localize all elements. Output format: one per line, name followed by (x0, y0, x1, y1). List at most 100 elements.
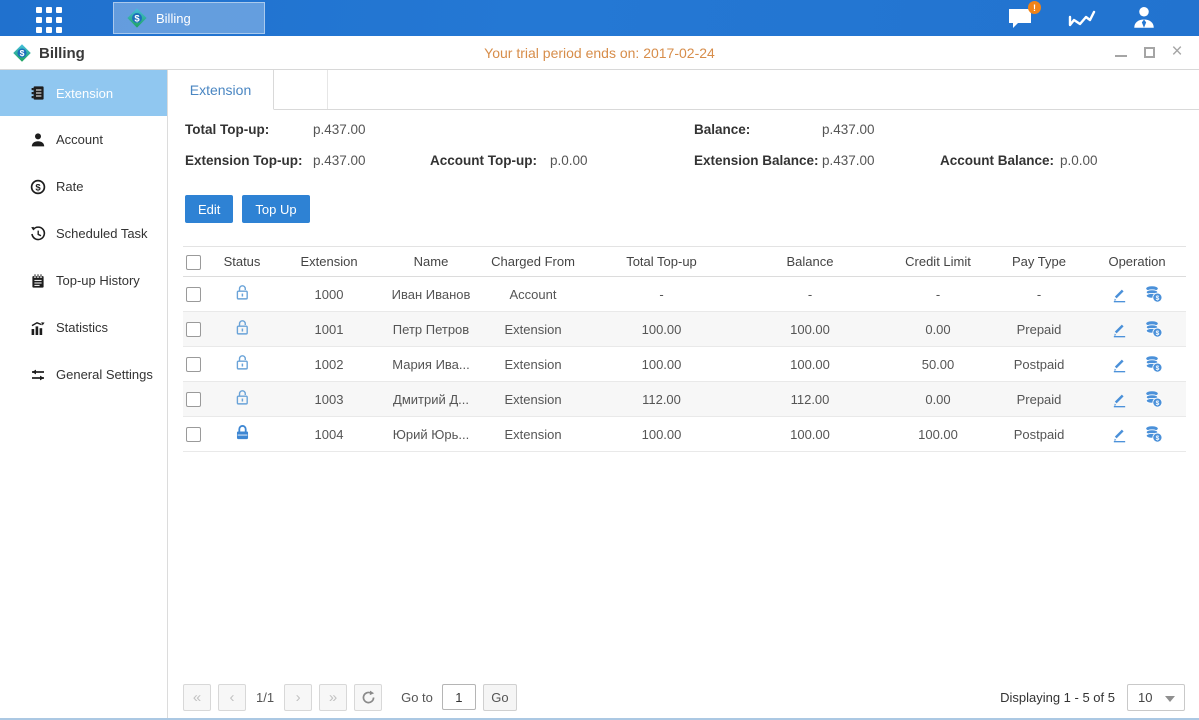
cell-balance: 100.00 (734, 357, 886, 372)
svg-text:$: $ (1156, 400, 1160, 407)
tab-strip: Extension (168, 70, 1199, 110)
cell-pay-type: Prepaid (990, 392, 1088, 407)
table-header-row: Status Extension Name Charged From Total… (183, 246, 1186, 277)
topup-coins-icon[interactable]: $ (1144, 390, 1163, 408)
cell-total-topup: 100.00 (589, 357, 734, 372)
table-row: 1002 Мария Ива... Extension 100.00 100.0… (183, 347, 1186, 382)
sidebar-item-label: Account (56, 132, 103, 147)
main-content: Extension Total Top-up: p.437.00 Balance… (168, 70, 1199, 720)
cell-extension: 1001 (273, 322, 385, 337)
row-checkbox[interactable] (186, 287, 201, 302)
reports-chart-icon[interactable] (1067, 5, 1097, 31)
refresh-button[interactable] (354, 684, 382, 711)
edit-icon[interactable] (1111, 426, 1128, 443)
extension-topup-label: Extension Top-up: (185, 153, 313, 168)
top-up-button[interactable]: Top Up (242, 195, 309, 223)
sidebar: Extension Account $ Rate (0, 70, 168, 720)
col-operation: Operation (1088, 254, 1186, 269)
svg-text:$: $ (1156, 365, 1160, 372)
sidebar-item-account[interactable]: Account (0, 116, 167, 163)
cell-name: Юрий Юрь... (385, 427, 477, 442)
user-account-icon[interactable] (1129, 5, 1159, 31)
page-size-value: 10 (1138, 690, 1152, 705)
sidebar-item-scheduled-task[interactable]: Scheduled Task (0, 210, 167, 257)
edit-button[interactable]: Edit (185, 195, 233, 223)
table-row: 1000 Иван Иванов Account - - - - (183, 277, 1186, 312)
extension-ledger-icon (30, 85, 46, 101)
account-topup-value: p.0.00 (550, 153, 694, 168)
notifications-message-icon[interactable]: ! (1005, 5, 1035, 31)
tab-extension[interactable]: Extension (168, 70, 274, 110)
edit-icon[interactable] (1111, 356, 1128, 373)
row-checkbox[interactable] (186, 392, 201, 407)
row-checkbox[interactable] (186, 427, 201, 442)
billing-app-window: $ Billing ! (0, 0, 1199, 720)
balance-value: p.437.00 (822, 122, 940, 137)
last-page-button[interactable]: » (319, 684, 347, 711)
svg-text:$: $ (134, 13, 140, 24)
edit-icon[interactable] (1111, 391, 1128, 408)
cell-total-topup: 112.00 (589, 392, 734, 407)
sidebar-item-extension[interactable]: Extension (0, 70, 167, 116)
topup-coins-icon[interactable]: $ (1144, 355, 1163, 373)
edit-icon[interactable] (1111, 286, 1128, 303)
cell-charged-from: Extension (477, 322, 589, 337)
goto-label: Go to (401, 690, 433, 705)
sidebar-item-rate[interactable]: $ Rate (0, 163, 167, 210)
cell-extension: 1003 (273, 392, 385, 407)
svg-text:$: $ (1156, 435, 1160, 442)
displaying-range-text: Displaying 1 - 5 of 5 (1000, 690, 1115, 705)
minimize-button[interactable] (1113, 44, 1129, 60)
sidebar-item-label: Extension (56, 86, 113, 101)
col-name: Name (385, 254, 477, 269)
unlocked-icon[interactable] (234, 389, 251, 406)
sidebar-item-label: General Settings (56, 367, 153, 382)
tab-extension-label: Extension (190, 82, 251, 98)
row-checkbox[interactable] (186, 322, 201, 337)
cell-extension: 1004 (273, 427, 385, 442)
cell-balance: 100.00 (734, 427, 886, 442)
notification-badge: ! (1028, 1, 1041, 14)
table-row: 1003 Дмитрий Д... Extension 112.00 112.0… (183, 382, 1186, 417)
edit-icon[interactable] (1111, 321, 1128, 338)
goto-page-input[interactable] (442, 684, 476, 710)
maximize-button[interactable] (1141, 44, 1157, 60)
locked-icon[interactable] (234, 424, 251, 441)
close-button[interactable]: × (1169, 44, 1185, 60)
total-topup-label: Total Top-up: (185, 122, 313, 137)
topup-coins-icon[interactable]: $ (1144, 320, 1163, 338)
cell-pay-type: Prepaid (990, 322, 1088, 337)
sidebar-item-general-settings[interactable]: General Settings (0, 351, 167, 398)
sidebar-item-label: Scheduled Task (56, 226, 148, 241)
first-page-button[interactable]: « (183, 684, 211, 711)
unlocked-icon[interactable] (234, 354, 251, 371)
next-page-button[interactable]: › (284, 684, 312, 711)
cell-pay-type: Postpaid (990, 357, 1088, 372)
extension-balance-label: Extension Balance: (694, 153, 822, 168)
unlocked-icon[interactable] (234, 284, 251, 301)
extension-topup-value: p.437.00 (313, 153, 430, 168)
page-size-select[interactable]: 10 (1127, 684, 1185, 711)
chevron-down-icon (1165, 696, 1175, 702)
taskbar-tab-billing[interactable]: $ Billing (113, 2, 265, 34)
extension-table: Status Extension Name Charged From Total… (183, 246, 1186, 452)
prev-page-button[interactable]: ‹ (218, 684, 246, 711)
sidebar-item-statistics[interactable]: Statistics (0, 304, 167, 351)
account-topup-label: Account Top-up: (430, 153, 550, 168)
balance-summary: Total Top-up: p.437.00 Balance: p.437.00… (185, 114, 1199, 176)
row-checkbox[interactable] (186, 357, 201, 372)
sidebar-item-topup-history[interactable]: Top-up History (0, 257, 167, 304)
select-all-checkbox[interactable] (186, 255, 201, 270)
cell-balance: 112.00 (734, 392, 886, 407)
table-row: 1004 Юрий Юрь... Extension 100.00 100.00… (183, 417, 1186, 452)
unlocked-icon[interactable] (234, 319, 251, 336)
topup-history-notepad-icon (30, 273, 46, 289)
app-launcher-grid-icon[interactable] (36, 7, 70, 29)
go-button[interactable]: Go (483, 684, 517, 711)
svg-text:$: $ (1156, 295, 1160, 302)
cell-charged-from: Account (477, 287, 589, 302)
topup-coins-icon[interactable]: $ (1144, 425, 1163, 443)
topup-coins-icon[interactable]: $ (1144, 285, 1163, 303)
cell-credit-limit: 0.00 (886, 392, 990, 407)
sidebar-item-label: Statistics (56, 320, 108, 335)
